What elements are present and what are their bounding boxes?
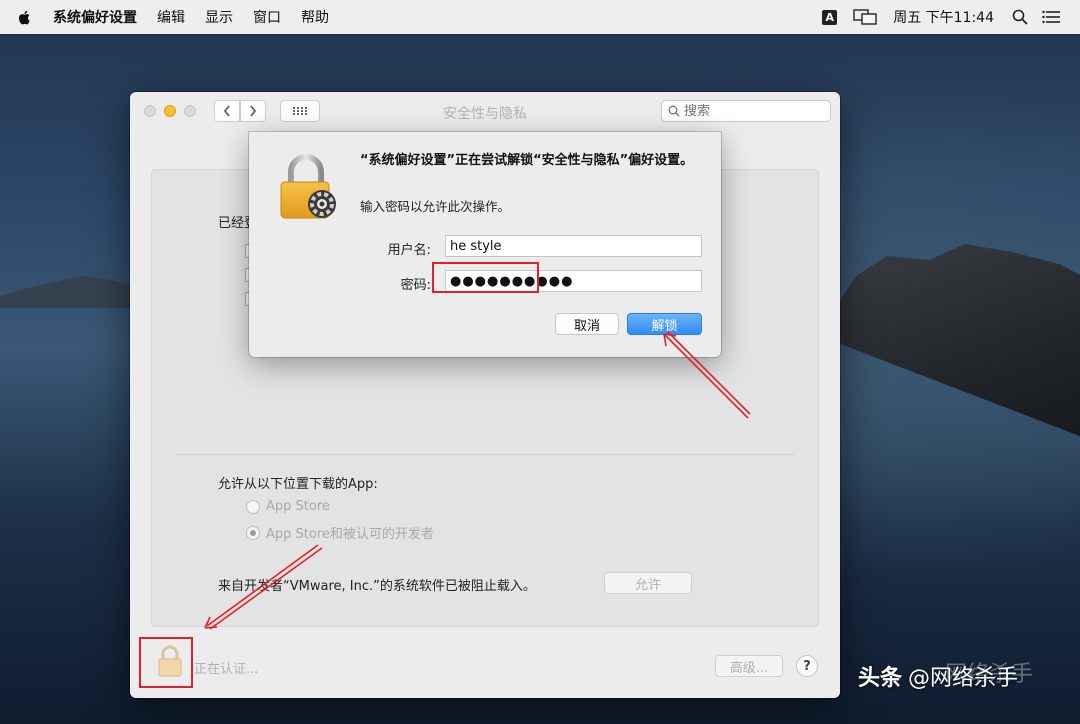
dialog-message: “系统偏好设置”正在尝试解锁“安全性与隐私”偏好设置。: [360, 153, 694, 168]
username-field[interactable]: [445, 235, 702, 257]
input-method-icon[interactable]: A: [822, 9, 838, 25]
desktop-island-left: [0, 276, 140, 308]
allow-button[interactable]: 允许: [604, 572, 692, 594]
allow-apps-label: 允许从以下位置下载的App:: [218, 477, 378, 492]
apple-icon[interactable]: [17, 9, 33, 26]
menu-window[interactable]: 窗口: [253, 7, 281, 27]
menu-help[interactable]: 帮助: [301, 7, 329, 27]
search-field[interactable]: [661, 100, 831, 122]
radio-label: App Store: [266, 499, 330, 514]
help-button[interactable]: ?: [796, 655, 818, 677]
menubar-clock[interactable]: 周五 下午11:44: [893, 7, 994, 27]
auth-dialog: “系统偏好设置”正在尝试解锁“安全性与隐私”偏好设置。 输入密码以允许此次操作。…: [249, 132, 721, 357]
watermark-account: @网络杀手: [908, 666, 1019, 691]
section-divider: [176, 454, 794, 455]
unlock-button[interactable]: 解锁: [627, 313, 702, 335]
auth-status-text: 正在认证...: [194, 662, 259, 677]
search-input[interactable]: [684, 103, 814, 119]
watermark: 头条 @网络杀手: [858, 660, 1018, 692]
password-highlight-box: [432, 262, 539, 293]
radio-button[interactable]: [246, 499, 260, 514]
spotlight-search-icon[interactable]: [1012, 9, 1028, 25]
menu-bar: 系统偏好设置 编辑 显示 窗口 帮助 A 周五 下午11:44: [0, 0, 1080, 34]
radio-app-store-and-developers[interactable]: App Store和被认可的开发者: [246, 523, 434, 542]
dialog-sub-message: 输入密码以允许此次操作。: [360, 199, 511, 214]
radio-button-selected[interactable]: [246, 525, 260, 540]
password-label: 密码:: [400, 278, 431, 293]
notification-center-icon[interactable]: [1042, 10, 1060, 24]
radio-label: App Store和被认可的开发者: [266, 527, 434, 542]
advanced-button[interactable]: 高级...: [715, 655, 783, 677]
lock-highlight-box: [139, 637, 193, 688]
radio-app-store[interactable]: App Store: [246, 499, 330, 514]
menu-view[interactable]: 显示: [205, 7, 233, 27]
watermark-logo: 头条: [858, 666, 903, 691]
search-icon: [668, 105, 680, 117]
window-titlebar[interactable]: 安全性与隐私: [130, 92, 840, 132]
menu-edit[interactable]: 编辑: [157, 7, 185, 27]
menu-app-name[interactable]: 系统偏好设置: [53, 7, 137, 27]
lock-with-gear-icon: [280, 154, 336, 219]
desktop-island-right: [830, 244, 1080, 440]
blocked-software-message: 来自开发者“VMware, Inc.”的系统软件已被阻止载入。: [218, 579, 536, 594]
username-label: 用户名:: [387, 243, 431, 258]
cancel-button[interactable]: 取消: [555, 313, 619, 335]
display-mirror-icon[interactable]: [853, 9, 877, 25]
